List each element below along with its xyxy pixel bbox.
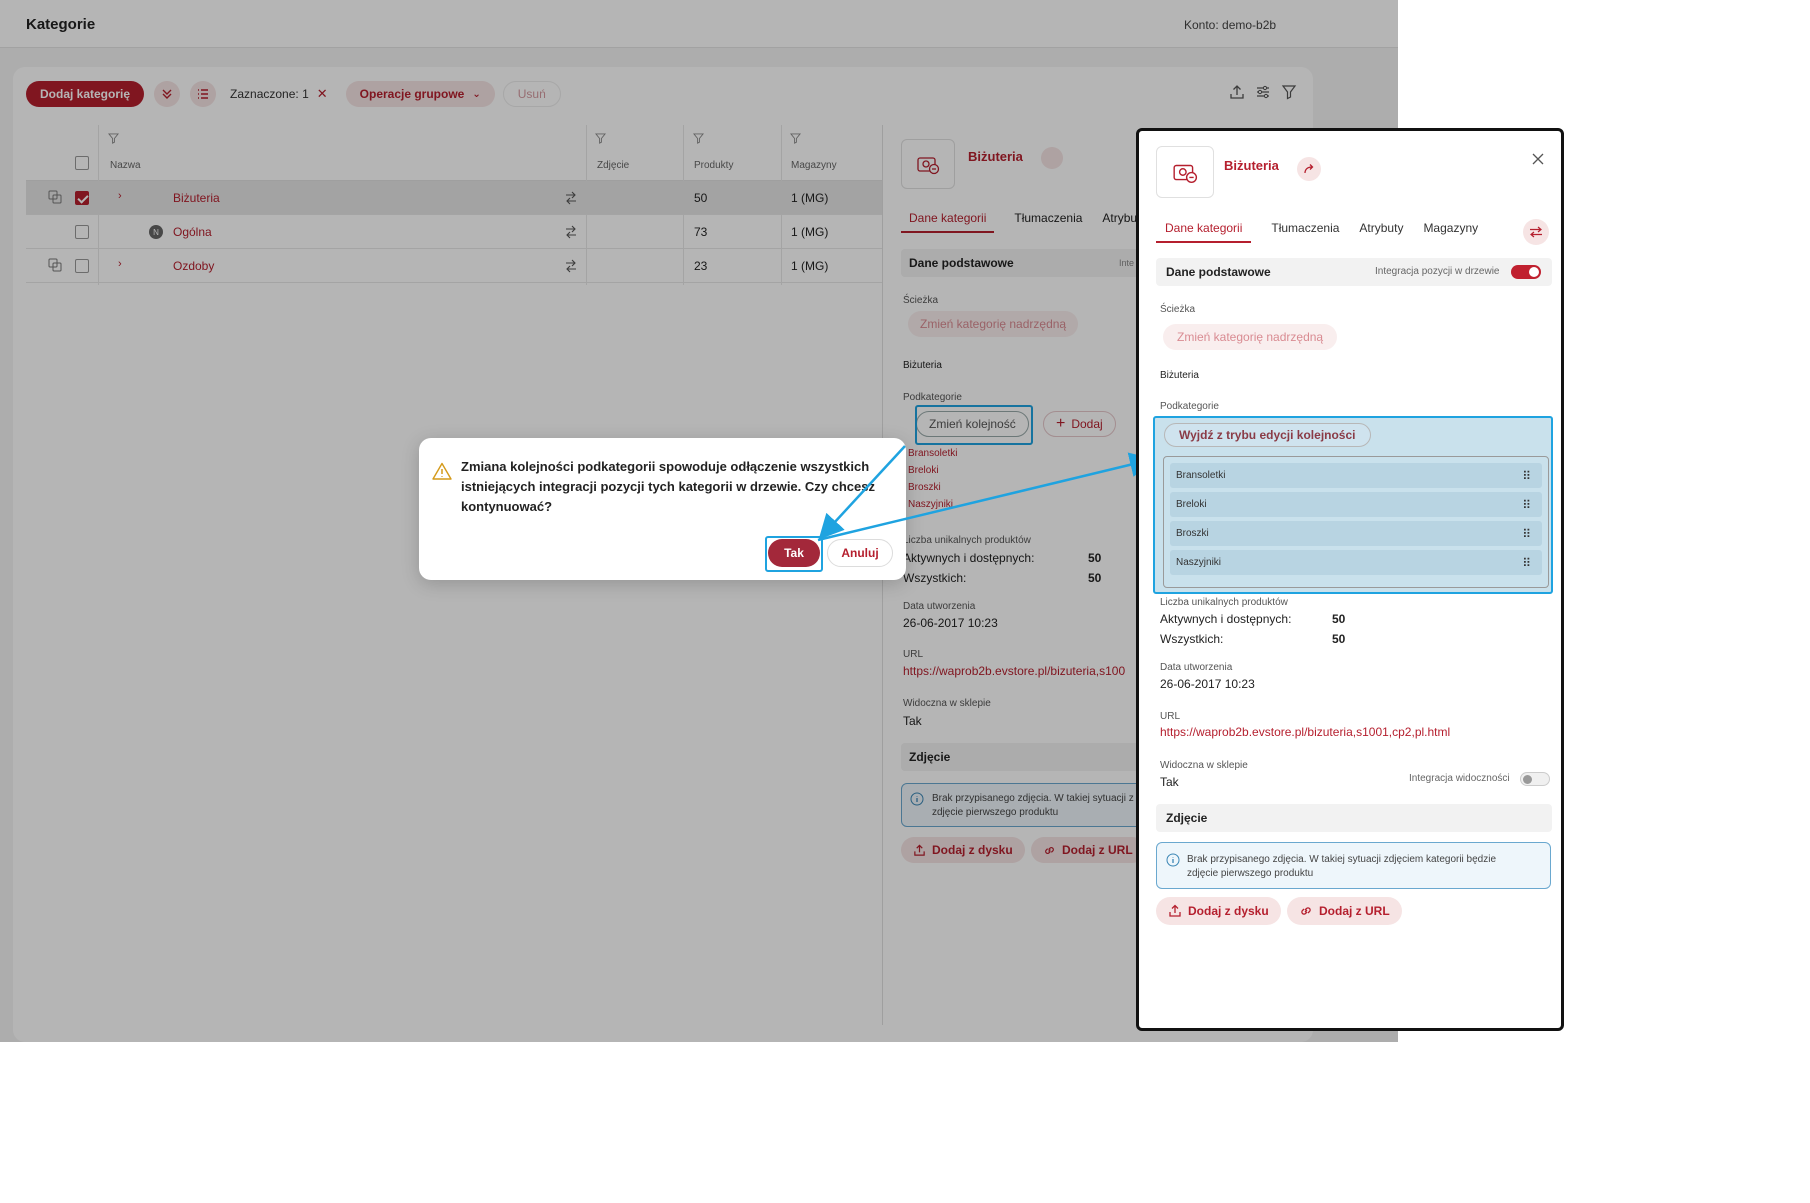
subcategory-order-list: Bransoletki ⠿ Breloki ⠿ Broszki ⠿ Naszyj… (1163, 456, 1549, 588)
path-label: Ścieżka (1160, 304, 1196, 315)
category-url-link[interactable]: https://waprob2b.evstore.pl/bizuteria,s1… (1160, 725, 1450, 739)
info-icon (1166, 853, 1180, 867)
tab-translations[interactable]: Tłumaczenia (1271, 221, 1339, 243)
share-arrow-icon (1304, 164, 1314, 174)
photo-info-line-1: Brak przypisanego zdjęcia. W takiej sytu… (1187, 854, 1497, 865)
open-link-button[interactable] (1297, 157, 1321, 181)
active-products-label: Aktywnych i dostępnych: (1160, 612, 1292, 626)
subcategory-draggable-item[interactable]: Breloki ⠿ (1170, 492, 1542, 517)
drag-handle-icon[interactable]: ⠿ (1522, 527, 1531, 541)
url-label: URL (1160, 711, 1181, 722)
drag-handle-icon[interactable]: ⠿ (1522, 498, 1531, 512)
add-from-disk-label: Dodaj z dysku (1188, 904, 1269, 918)
visibility-integration-toggle[interactable] (1520, 772, 1550, 786)
all-products-value: 50 (1332, 632, 1346, 646)
upload-icon (1169, 904, 1181, 917)
subcategory-name: Breloki (1176, 499, 1207, 510)
path-value: Biżuteria (1160, 370, 1199, 381)
photo-section: Zdjęcie (1156, 804, 1552, 832)
link-icon (1301, 907, 1311, 915)
visible-value: Tak (1160, 775, 1179, 789)
unique-products-label: Liczba unikalnych produktów (1160, 597, 1288, 608)
warning-icon (432, 462, 452, 480)
reorder-panel: Wyjdź z trybu edycji kolejności Bransole… (1153, 416, 1553, 594)
visibility-integration-label: Integracja widoczności (1409, 773, 1510, 784)
add-from-url-label: Dodaj z URL (1319, 904, 1390, 918)
zoomed-detail-panel: Biżuteria Dane kategorii Tłumaczenia Atr… (1136, 128, 1564, 1031)
add-from-url-button[interactable]: Dodaj z URL (1287, 897, 1402, 925)
subcategory-name: Broszki (1176, 528, 1209, 539)
tab-warehouses[interactable]: Magazyny (1423, 221, 1478, 243)
close-icon[interactable] (1532, 153, 1544, 165)
subcategories-label: Podkategorie (1160, 401, 1219, 412)
subcategory-draggable-item[interactable]: Naszyjniki ⠿ (1170, 550, 1542, 575)
category-name: Biżuteria (1224, 158, 1279, 173)
subcategory-name: Naszyjniki (1176, 557, 1222, 568)
swap-button[interactable] (1523, 219, 1549, 245)
tab-category-data[interactable]: Dane kategorii (1156, 221, 1252, 243)
created-value: 26-06-2017 10:23 (1160, 677, 1255, 691)
subcategory-name: Bransoletki (1176, 470, 1226, 481)
created-label: Data utworzenia (1160, 662, 1233, 673)
active-products-value: 50 (1332, 612, 1346, 626)
cancel-button[interactable]: Anuluj (827, 539, 893, 567)
image-missing-icon (1173, 164, 1198, 183)
photo-info-line-2: zdjęcie pierwszego produktu (1187, 868, 1314, 879)
swap-arrows-icon (1530, 226, 1542, 238)
drag-handle-icon[interactable]: ⠿ (1522, 469, 1531, 483)
photo-info-box: Brak przypisanego zdjęcia. W takiej sytu… (1156, 842, 1551, 889)
dialog-message: Zmiana kolejności podkategorii spowoduje… (461, 459, 875, 514)
change-parent-button[interactable]: Zmień kategorię nadrzędną (1163, 324, 1338, 350)
tree-integration-toggle[interactable] (1511, 265, 1541, 279)
tree-integration-label: Integracja pozycji w drzewie (1375, 266, 1500, 277)
tab-attributes[interactable]: Atrybuty (1359, 221, 1403, 243)
drag-handle-icon[interactable]: ⠿ (1522, 556, 1531, 570)
detail-tabs: Dane kategorii Tłumaczenia Atrybuty Maga… (1156, 221, 1478, 243)
exit-reorder-button[interactable]: Wyjdź z trybu edycji kolejności (1164, 423, 1371, 447)
all-products-label: Wszystkich: (1160, 632, 1224, 646)
confirm-dialog: Zmiana kolejności podkategorii spowoduje… (419, 438, 906, 580)
basic-data-title: Dane podstawowe (1166, 265, 1271, 279)
add-from-disk-button[interactable]: Dodaj z dysku (1156, 897, 1281, 925)
subcategory-draggable-item[interactable]: Bransoletki ⠿ (1170, 463, 1542, 488)
yes-highlight (765, 536, 823, 572)
visible-label: Widoczna w sklepie (1160, 760, 1248, 771)
subcategory-draggable-item[interactable]: Broszki ⠿ (1170, 521, 1542, 546)
category-image-placeholder (1156, 146, 1214, 198)
photo-section-title: Zdjęcie (1166, 811, 1208, 825)
